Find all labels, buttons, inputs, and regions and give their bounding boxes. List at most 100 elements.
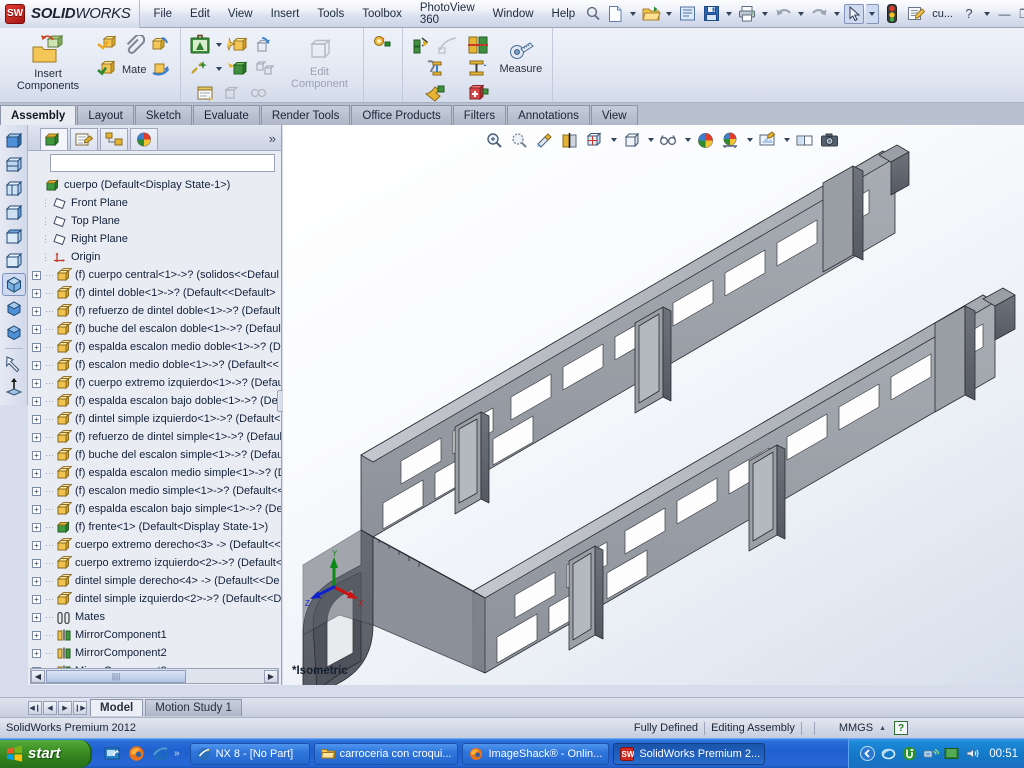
restore-button[interactable]: ❐ [1016, 6, 1024, 21]
new-document-caret-icon[interactable] [630, 11, 637, 16]
open-document-icon[interactable] [640, 3, 662, 25]
expand-toggle-icon[interactable]: + [32, 270, 41, 280]
tree-component-row[interactable]: + ⋯ dintel simple derecho<4> -> (Default<<… [32, 572, 281, 590]
performance-evaluation-icon[interactable] [465, 81, 491, 105]
next-tab-button[interactable]: ▶ [58, 700, 72, 715]
tree-component-row[interactable]: + ⋯ MirrorComponent1 [32, 626, 281, 644]
reference-geometry-icon[interactable] [370, 33, 396, 57]
paperclip-icon[interactable] [121, 33, 147, 57]
tab-office-products[interactable]: Office Products [351, 105, 452, 125]
tree-root-item[interactable]: cuerpo (Default<Display State-1>) [32, 176, 281, 194]
tree-component-row[interactable]: + ⋯ (f) buche del escalon doble<1>->? (Def… [32, 320, 281, 338]
menu-edit[interactable]: Edit [181, 4, 219, 24]
expand-toggle-icon[interactable]: + [32, 666, 41, 668]
tab-view[interactable]: View [590, 105, 638, 125]
tab-evaluate[interactable]: Evaluate [193, 105, 260, 125]
tab-model[interactable]: Model [90, 699, 144, 716]
volume-tray-icon[interactable] [964, 745, 981, 762]
expand-toggle-icon[interactable]: + [32, 378, 41, 388]
tree-component-row[interactable]: + ⋯ (f) espalda escalon medio doble<1>->? … [32, 338, 281, 356]
smart-fasteners-icon[interactable] [225, 33, 251, 57]
print-caret-icon[interactable] [762, 11, 769, 16]
select-pointer-caret-icon[interactable] [866, 3, 880, 24]
property-manager-tab[interactable] [70, 128, 98, 150]
mass-properties-icon[interactable] [465, 57, 491, 81]
redo-caret-icon[interactable] [834, 11, 841, 16]
network-connection-icon[interactable] [922, 745, 939, 762]
assembly-xpert-icon[interactable] [465, 33, 491, 57]
tray-network-icon[interactable] [880, 745, 897, 762]
expand-toggle-icon[interactable]: + [32, 288, 41, 298]
expand-toggle-icon[interactable]: + [32, 648, 41, 658]
tree-component-row[interactable]: + ⋯ (f) dintel simple izquierdo<1>->? (Def… [32, 410, 281, 428]
select-pointer-icon[interactable] [844, 3, 865, 24]
redo-icon[interactable] [808, 3, 830, 25]
show-desktop-icon[interactable] [102, 744, 122, 764]
internet-explorer-icon[interactable]: e [150, 744, 170, 764]
taskbar-button-nx8[interactable]: NX 8 - [No Part] [189, 742, 310, 765]
expand-toggle-icon[interactable]: + [32, 630, 41, 640]
tree-component-row[interactable]: + ⋯ (f) refuerzo de dintel doble<1>->? (De… [32, 302, 281, 320]
assembly-feature-icon[interactable] [187, 33, 213, 57]
tree-item-right-plane[interactable]: ⋮ Right Plane [32, 230, 281, 248]
scroll-right-arrow[interactable]: ▶ [264, 669, 278, 683]
display-manager-tab[interactable] [130, 128, 158, 150]
hole-alignment-icon[interactable] [245, 81, 271, 105]
tree-component-row[interactable]: + ⋯ (f) espalda escalon bajo simple<1>->? … [32, 500, 281, 518]
options-icon[interactable] [905, 3, 927, 25]
save-caret-icon[interactable] [726, 11, 733, 16]
menu-insert[interactable]: Insert [262, 4, 309, 24]
start-button[interactable]: start [0, 739, 92, 768]
help-caret-icon[interactable] [984, 11, 990, 16]
new-part-icon[interactable] [409, 33, 435, 57]
top-view-icon[interactable] [2, 225, 26, 248]
taskbar-button-solidworks[interactable]: SW SolidWorks Premium 2... [613, 742, 766, 765]
exploded-view-caret-icon[interactable] [216, 67, 223, 71]
expand-toggle-icon[interactable]: + [32, 486, 41, 496]
edit-component-button[interactable]: Edit Component [279, 31, 359, 90]
expand-toggle-icon[interactable]: + [32, 594, 41, 604]
menu-photoview360[interactable]: PhotoView 360 [411, 0, 484, 30]
status-units-caret-icon[interactable]: ▲ [879, 725, 886, 732]
expand-toggle-icon[interactable]: + [32, 324, 41, 334]
tree-component-row[interactable]: + ⋯ dintel simple izquierdo<2>->? (Default… [32, 590, 281, 608]
tree-component-row[interactable]: + ⋯ (f) refuerzo de dintel simple<1>->? (D… [32, 428, 281, 446]
tree-item-front-plane[interactable]: ⋮ Front Plane [32, 194, 281, 212]
menu-tools[interactable]: Tools [308, 4, 353, 24]
expand-toggle-icon[interactable]: + [32, 522, 41, 532]
move-component-icon[interactable] [148, 57, 174, 81]
tree-item-top-plane[interactable]: ⋮ Top Plane [32, 212, 281, 230]
assembly-visualization-icon[interactable] [251, 57, 277, 81]
mate-icon[interactable] [94, 57, 120, 81]
assembly-feature-caret-icon[interactable] [216, 43, 223, 47]
tree-component-row[interactable]: + ⋯ (f) cuerpo extremo izquierdo<1>->? (De… [32, 374, 281, 392]
right-view-icon[interactable] [2, 201, 26, 224]
tree-component-row[interactable]: + ⋯ cuerpo extremo derecho<3> -> (Default<… [32, 536, 281, 554]
rebuild-status-icon[interactable] [881, 3, 903, 25]
undo-icon[interactable] [772, 3, 794, 25]
menu-help[interactable]: Help [543, 4, 585, 24]
expand-toggle-icon[interactable]: + [32, 558, 41, 568]
open-document-caret-icon[interactable] [666, 11, 673, 16]
menu-window[interactable]: Window [484, 4, 543, 24]
tree-component-row[interactable]: + ⋯ Mates [32, 608, 281, 626]
expand-toggle-icon[interactable]: + [32, 432, 41, 442]
feature-tree-filter-input[interactable] [50, 154, 275, 172]
hide-show-components-icon[interactable] [95, 33, 121, 57]
graphics-viewport[interactable]: ⧉ ⧉ — ❐ ✕ [283, 125, 1024, 685]
minimize-button[interactable]: — [996, 6, 1013, 21]
bill-of-materials-icon[interactable] [193, 81, 219, 105]
expand-toggle-icon[interactable]: + [32, 342, 41, 352]
front-view-icon[interactable] [2, 129, 26, 152]
tree-component-row[interactable]: + ⋯ (f) espalda escalon medio simple<1>->?… [32, 464, 281, 482]
tab-annotations[interactable]: Annotations [507, 105, 590, 125]
expand-toggle-icon[interactable]: + [32, 414, 41, 424]
tab-sketch[interactable]: Sketch [134, 105, 193, 125]
tab-motion-study-1[interactable]: Motion Study 1 [145, 699, 242, 716]
scroll-left-arrow[interactable]: ◀ [31, 669, 45, 683]
expand-toggle-icon[interactable]: + [32, 540, 41, 550]
expand-toggle-icon[interactable]: + [32, 468, 41, 478]
measure-button[interactable]: Measure [493, 31, 548, 75]
isometric-view-icon[interactable] [1, 273, 26, 296]
tree-component-row[interactable]: +⋯ MirrorComponent3 [32, 662, 281, 668]
